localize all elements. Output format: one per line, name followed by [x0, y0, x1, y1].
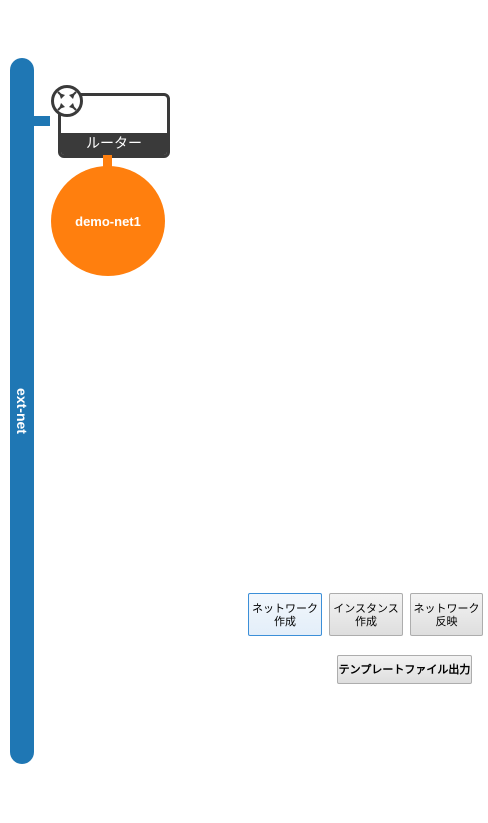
- create-instance-button[interactable]: インスタンス 作成: [329, 593, 403, 636]
- network-node-demo-net1[interactable]: demo-net1: [51, 166, 165, 276]
- apply-network-label-1: ネットワーク: [413, 601, 480, 615]
- router-arrows-icon: [51, 85, 83, 117]
- apply-network-label-2: 反映: [435, 614, 458, 628]
- create-instance-label-1: インスタンス: [333, 601, 399, 615]
- router-label: ルーター: [61, 133, 167, 155]
- export-template-button[interactable]: テンプレートファイル出力: [337, 655, 472, 684]
- create-network-button[interactable]: ネットワーク 作成: [248, 593, 322, 636]
- topology-canvas: ext-net ルーター demo-net1 ネットワーク 作成 インスタンス …: [0, 0, 488, 823]
- create-instance-label-2: 作成: [355, 614, 377, 628]
- create-network-label-2: 作成: [274, 614, 296, 628]
- external-network-label-wrap: ext-net: [10, 58, 34, 764]
- create-network-label-1: ネットワーク: [252, 601, 318, 615]
- external-network-label: ext-net: [14, 388, 30, 434]
- network-node-label: demo-net1: [75, 213, 141, 229]
- apply-network-button[interactable]: ネットワーク 反映: [410, 593, 483, 636]
- router-gateway-link: [34, 116, 50, 126]
